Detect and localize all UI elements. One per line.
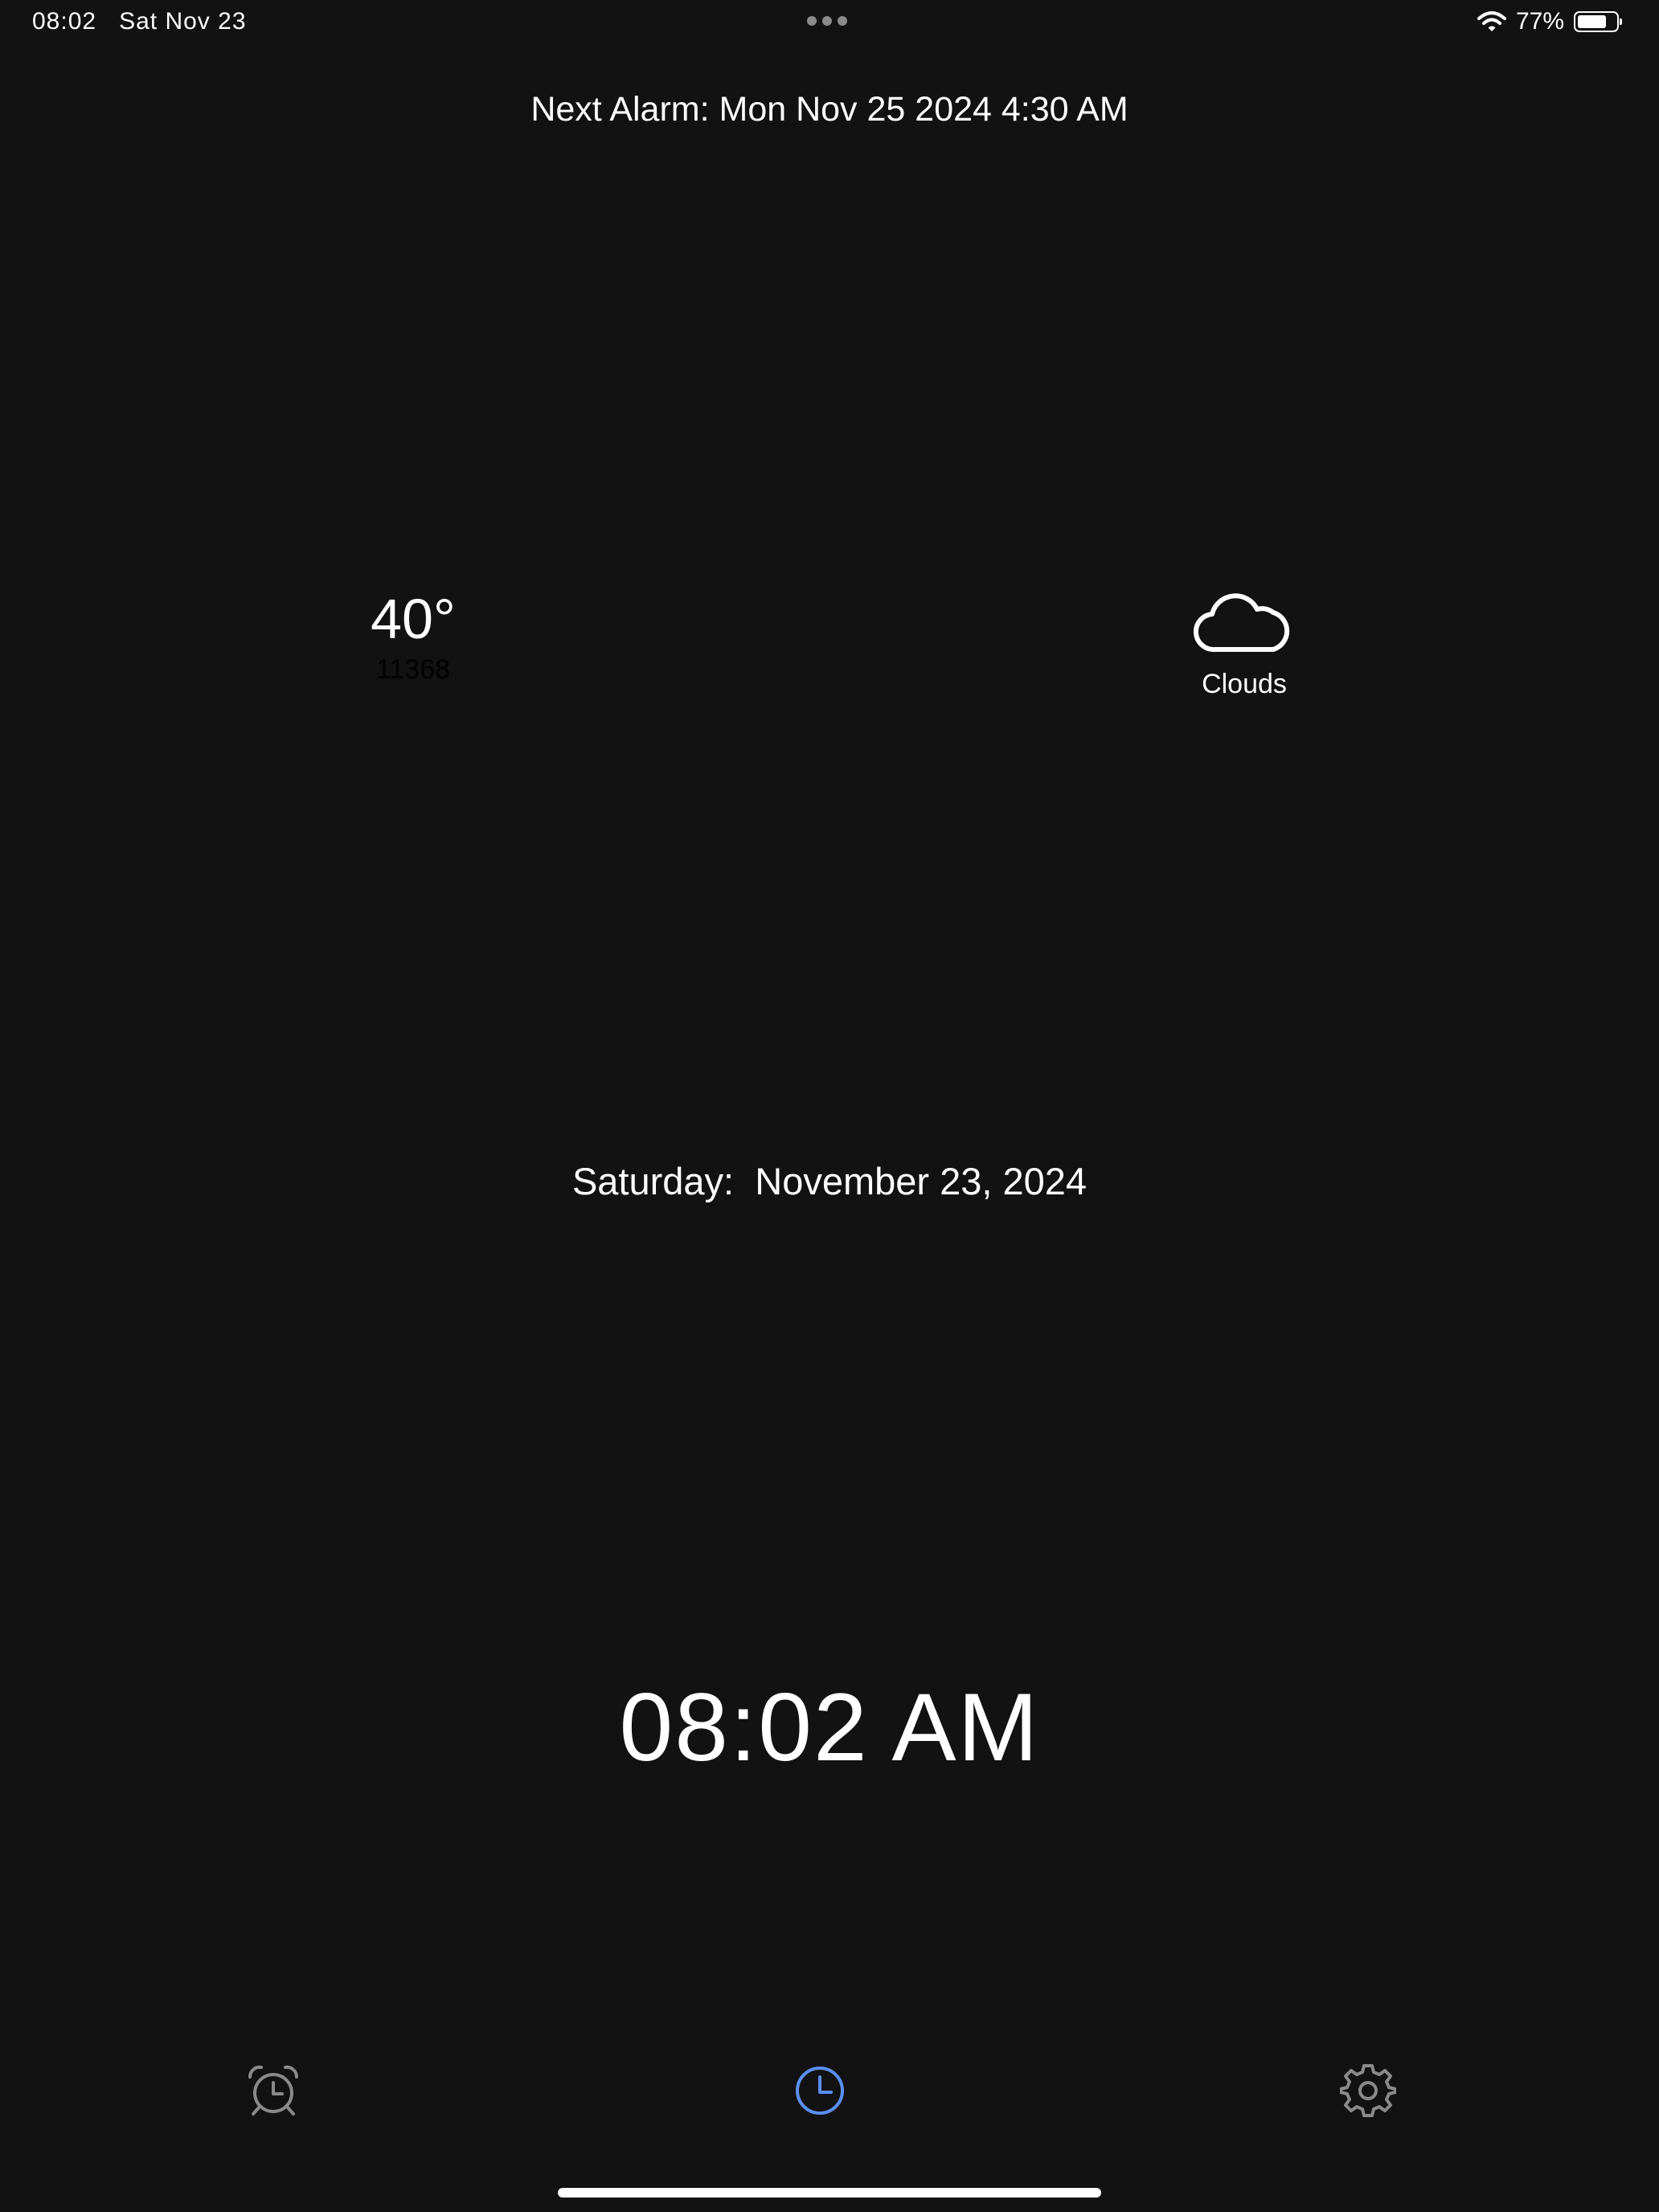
full-date: November 23, 2024: [755, 1160, 1088, 1202]
cloud-icon: [1193, 593, 1290, 653]
next-alarm-label: Next Alarm: Mon Nov 25 2024 4:30 AM: [530, 90, 1129, 129]
alarm-clock-icon[interactable]: [245, 2062, 301, 2119]
status-time: 08:02: [32, 8, 97, 35]
date-line: Saturday: November 23, 2024: [0, 1159, 1659, 1203]
dot: [822, 16, 832, 26]
wifi-icon: [1477, 11, 1506, 31]
dot: [807, 16, 817, 26]
clock-icon[interactable]: [792, 2062, 848, 2119]
temperature-value: 40°: [371, 588, 456, 650]
home-indicator[interactable]: [558, 2188, 1101, 2198]
battery-fill: [1578, 15, 1607, 28]
weather-code: 11368: [375, 654, 451, 685]
weekday: Saturday:: [571, 1160, 735, 1202]
status-bar-right: 77%: [1477, 8, 1623, 35]
battery-icon: [1574, 11, 1623, 32]
dot: [838, 16, 847, 26]
battery-percent: 77%: [1516, 8, 1565, 35]
gear-icon[interactable]: [1340, 2062, 1396, 2119]
battery-nub: [1620, 18, 1623, 25]
multitasking-dots[interactable]: [807, 16, 847, 26]
status-bar-left: 08:02 Sat Nov 23: [32, 8, 247, 35]
status-date: Sat Nov 23: [119, 8, 247, 35]
weather-condition: Clouds: [1202, 669, 1287, 699]
clock-time: 08:02 AM: [619, 1673, 1040, 1781]
